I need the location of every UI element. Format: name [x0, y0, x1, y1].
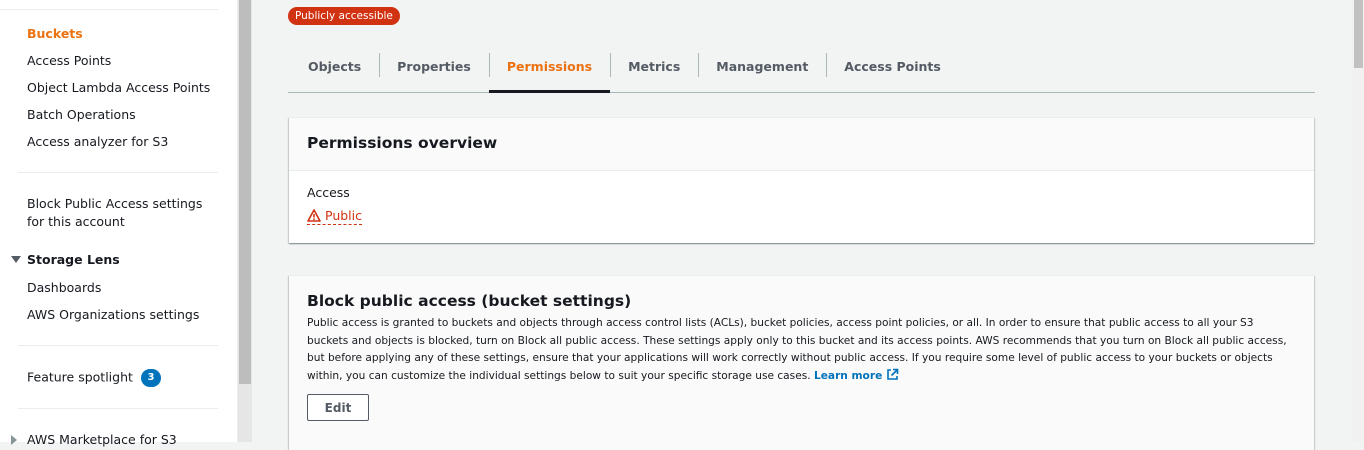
- page-scrollbar-thumb[interactable]: [1354, 0, 1363, 68]
- publicly-accessible-badge: Publicly accessible: [288, 7, 400, 25]
- sidebar-scrollbar-thumb[interactable]: [239, 0, 251, 384]
- sidebar-item-aws-marketplace[interactable]: AWS Marketplace for S3: [11, 432, 177, 447]
- sidebar-divider: [0, 9, 218, 10]
- external-link-icon: [887, 368, 899, 380]
- sidebar-item-access-points[interactable]: Access Points: [27, 53, 111, 68]
- sidebar-section-storage-lens[interactable]: Storage Lens: [11, 252, 120, 267]
- tab-properties[interactable]: Properties: [379, 40, 489, 92]
- sidebar-item-object-lambda-access-points[interactable]: Object Lambda Access Points: [27, 80, 210, 95]
- sidebar-item-block-public-access[interactable]: Block Public Access settings for this ac…: [27, 195, 222, 231]
- tab-objects[interactable]: Objects: [288, 40, 379, 92]
- sidebar-item-dashboards[interactable]: Dashboards: [27, 280, 101, 295]
- sidebar-item-label: AWS Marketplace for S3: [27, 432, 177, 447]
- access-value-text: Public: [325, 208, 362, 223]
- tab-access-points[interactable]: Access Points: [826, 40, 959, 92]
- sidebar-item-aws-organizations-settings[interactable]: AWS Organizations settings: [27, 307, 199, 322]
- sidebar-divider: [18, 345, 218, 346]
- sidebar-section-label: Storage Lens: [27, 252, 120, 267]
- permissions-overview-card: Permissions overview Access Public: [289, 117, 1314, 243]
- edit-button[interactable]: Edit: [307, 394, 369, 421]
- caret-right-icon: [11, 434, 17, 445]
- description-text: Public access is granted to buckets and …: [307, 317, 1287, 382]
- warning-icon: [307, 209, 321, 222]
- card-title: Permissions overview: [289, 118, 1314, 171]
- tab-metrics[interactable]: Metrics: [610, 40, 698, 92]
- sidebar-divider: [18, 408, 218, 409]
- access-value[interactable]: Public: [307, 208, 362, 225]
- caret-down-icon: [11, 256, 21, 263]
- sidebar-item-batch-operations[interactable]: Batch Operations: [27, 107, 136, 122]
- access-label: Access: [307, 185, 350, 200]
- tab-management[interactable]: Management: [698, 40, 826, 92]
- tab-permissions[interactable]: Permissions: [488, 40, 611, 93]
- sidebar-item-access-analyzer[interactable]: Access analyzer for S3: [27, 134, 168, 149]
- sidebar-item-feature-spotlight[interactable]: Feature spotlight 3: [27, 369, 161, 387]
- learn-more-label: Learn more: [813, 369, 883, 382]
- learn-more-link[interactable]: Learn more: [813, 368, 899, 382]
- sidebar-divider: [18, 172, 218, 173]
- main-content: Publicly accessible Objects Properties P…: [252, 0, 1352, 450]
- card-title: Block public access (bucket settings): [307, 292, 632, 310]
- sidebar-item-buckets[interactable]: Buckets: [27, 26, 83, 41]
- sidebar-item-label: Feature spotlight: [27, 369, 133, 385]
- bucket-tabs: Objects Properties Permissions Metrics M…: [288, 40, 1315, 93]
- sidebar: Buckets Access Points Object Lambda Acce…: [0, 0, 238, 447]
- block-public-access-card: Block public access (bucket settings) Pu…: [289, 275, 1314, 450]
- notification-count-badge: 3: [140, 369, 161, 387]
- card-description: Public access is granted to buckets and …: [307, 315, 1297, 385]
